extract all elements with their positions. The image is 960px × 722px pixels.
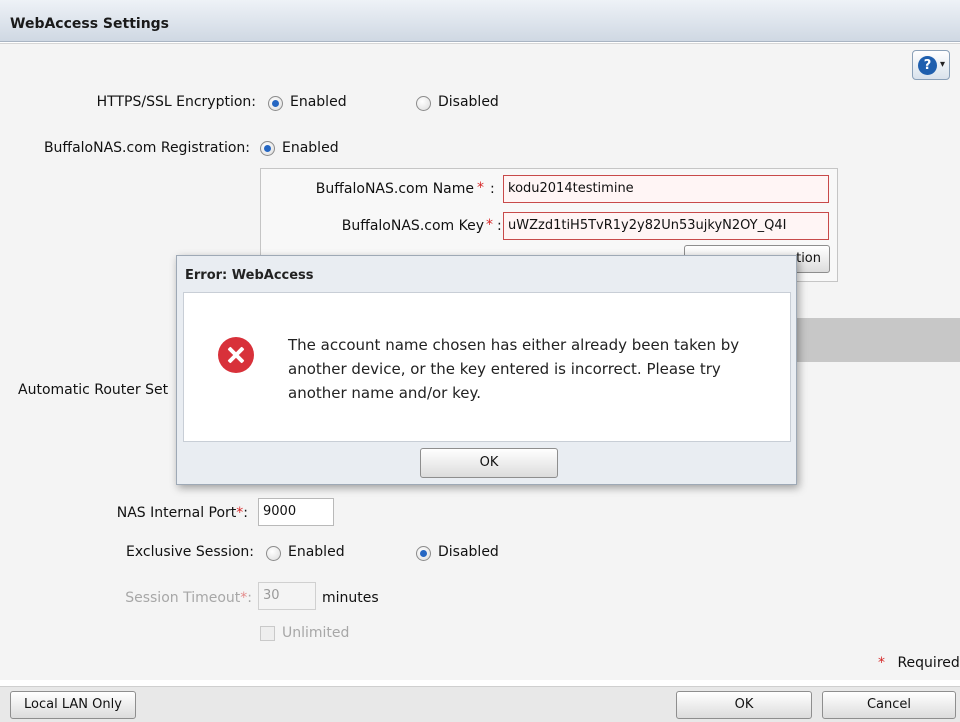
help-icon: ? xyxy=(918,56,937,75)
exclusive-enabled-label[interactable]: Enabled xyxy=(288,544,345,560)
https-enabled-label[interactable]: Enabled xyxy=(290,94,347,110)
dialog-title: Error: WebAccess xyxy=(185,268,314,283)
partial-action-label: tion xyxy=(796,251,821,266)
required-note-text: Required xyxy=(897,655,960,671)
error-message: The account name chosen has either alrea… xyxy=(288,336,740,402)
window-title: WebAccess Settings xyxy=(10,16,170,32)
internal-port-label: NAS Internal Port*: xyxy=(60,505,248,521)
colon: : xyxy=(243,505,248,521)
nas-name-label: BuffaloNAS.com Name xyxy=(315,181,474,197)
registration-enabled-radio[interactable] xyxy=(260,141,275,156)
registration-label: BuffaloNAS.com Registration: xyxy=(43,140,250,156)
registration-enabled-label[interactable]: Enabled xyxy=(282,140,339,156)
https-disabled-label[interactable]: Disabled xyxy=(438,94,499,110)
session-timeout-label-text: Session Timeout xyxy=(125,590,241,606)
required-star: * xyxy=(878,655,885,671)
session-timeout-unit: minutes xyxy=(322,590,379,606)
help-button[interactable]: ? ▾ xyxy=(912,50,950,80)
dialog-ok-button[interactable]: OK xyxy=(420,448,558,478)
exclusive-enabled-radio[interactable] xyxy=(266,546,281,561)
colon: : xyxy=(497,218,502,234)
ok-button[interactable]: OK xyxy=(676,691,812,719)
nas-key-label: BuffaloNAS.com Key xyxy=(341,218,484,234)
cancel-button[interactable]: Cancel xyxy=(822,691,956,719)
required-note: * Required xyxy=(878,655,960,671)
router-setup-label: Automatic Router Set xyxy=(18,382,169,398)
exclusive-session-label: Exclusive Session: xyxy=(125,544,254,560)
webaccess-settings-window: WebAccess Settings ? ▾ HTTPS/SSL Encrypt… xyxy=(0,0,960,722)
internal-port-label-text: NAS Internal Port xyxy=(116,505,237,521)
error-dialog: Error: WebAccess The account name chosen… xyxy=(176,255,797,485)
required-star: * xyxy=(477,180,484,196)
https-enabled-radio[interactable] xyxy=(268,96,283,111)
title-bar: WebAccess Settings xyxy=(0,0,960,42)
colon: : xyxy=(247,590,252,606)
dialog-body: The account name chosen has either alrea… xyxy=(183,292,791,442)
session-timeout-label: Session Timeout*: xyxy=(60,590,252,606)
section-bar xyxy=(796,318,960,362)
exclusive-disabled-radio[interactable] xyxy=(416,546,431,561)
nas-key-input[interactable]: uWZzd1tiH5TvR1y2y82Un53ujkyN2OY_Q4I xyxy=(503,212,829,240)
required-star: * xyxy=(486,217,493,233)
exclusive-disabled-label[interactable]: Disabled xyxy=(438,544,499,560)
nas-name-input[interactable]: kodu2014testimine xyxy=(503,175,829,203)
footer-bar: Local LAN Only OK Cancel xyxy=(0,686,960,722)
https-label: HTTPS/SSL Encryption: xyxy=(96,94,256,110)
https-disabled-radio[interactable] xyxy=(416,96,431,111)
internal-port-input[interactable]: 9000 xyxy=(258,498,334,526)
unlimited-checkbox[interactable] xyxy=(260,626,275,641)
colon: : xyxy=(490,181,495,197)
unlimited-label: Unlimited xyxy=(282,625,350,641)
local-lan-only-button[interactable]: Local LAN Only xyxy=(10,691,136,719)
session-timeout-input[interactable]: 30 xyxy=(258,582,316,610)
error-icon xyxy=(218,337,254,373)
chevron-down-icon: ▾ xyxy=(940,59,946,70)
